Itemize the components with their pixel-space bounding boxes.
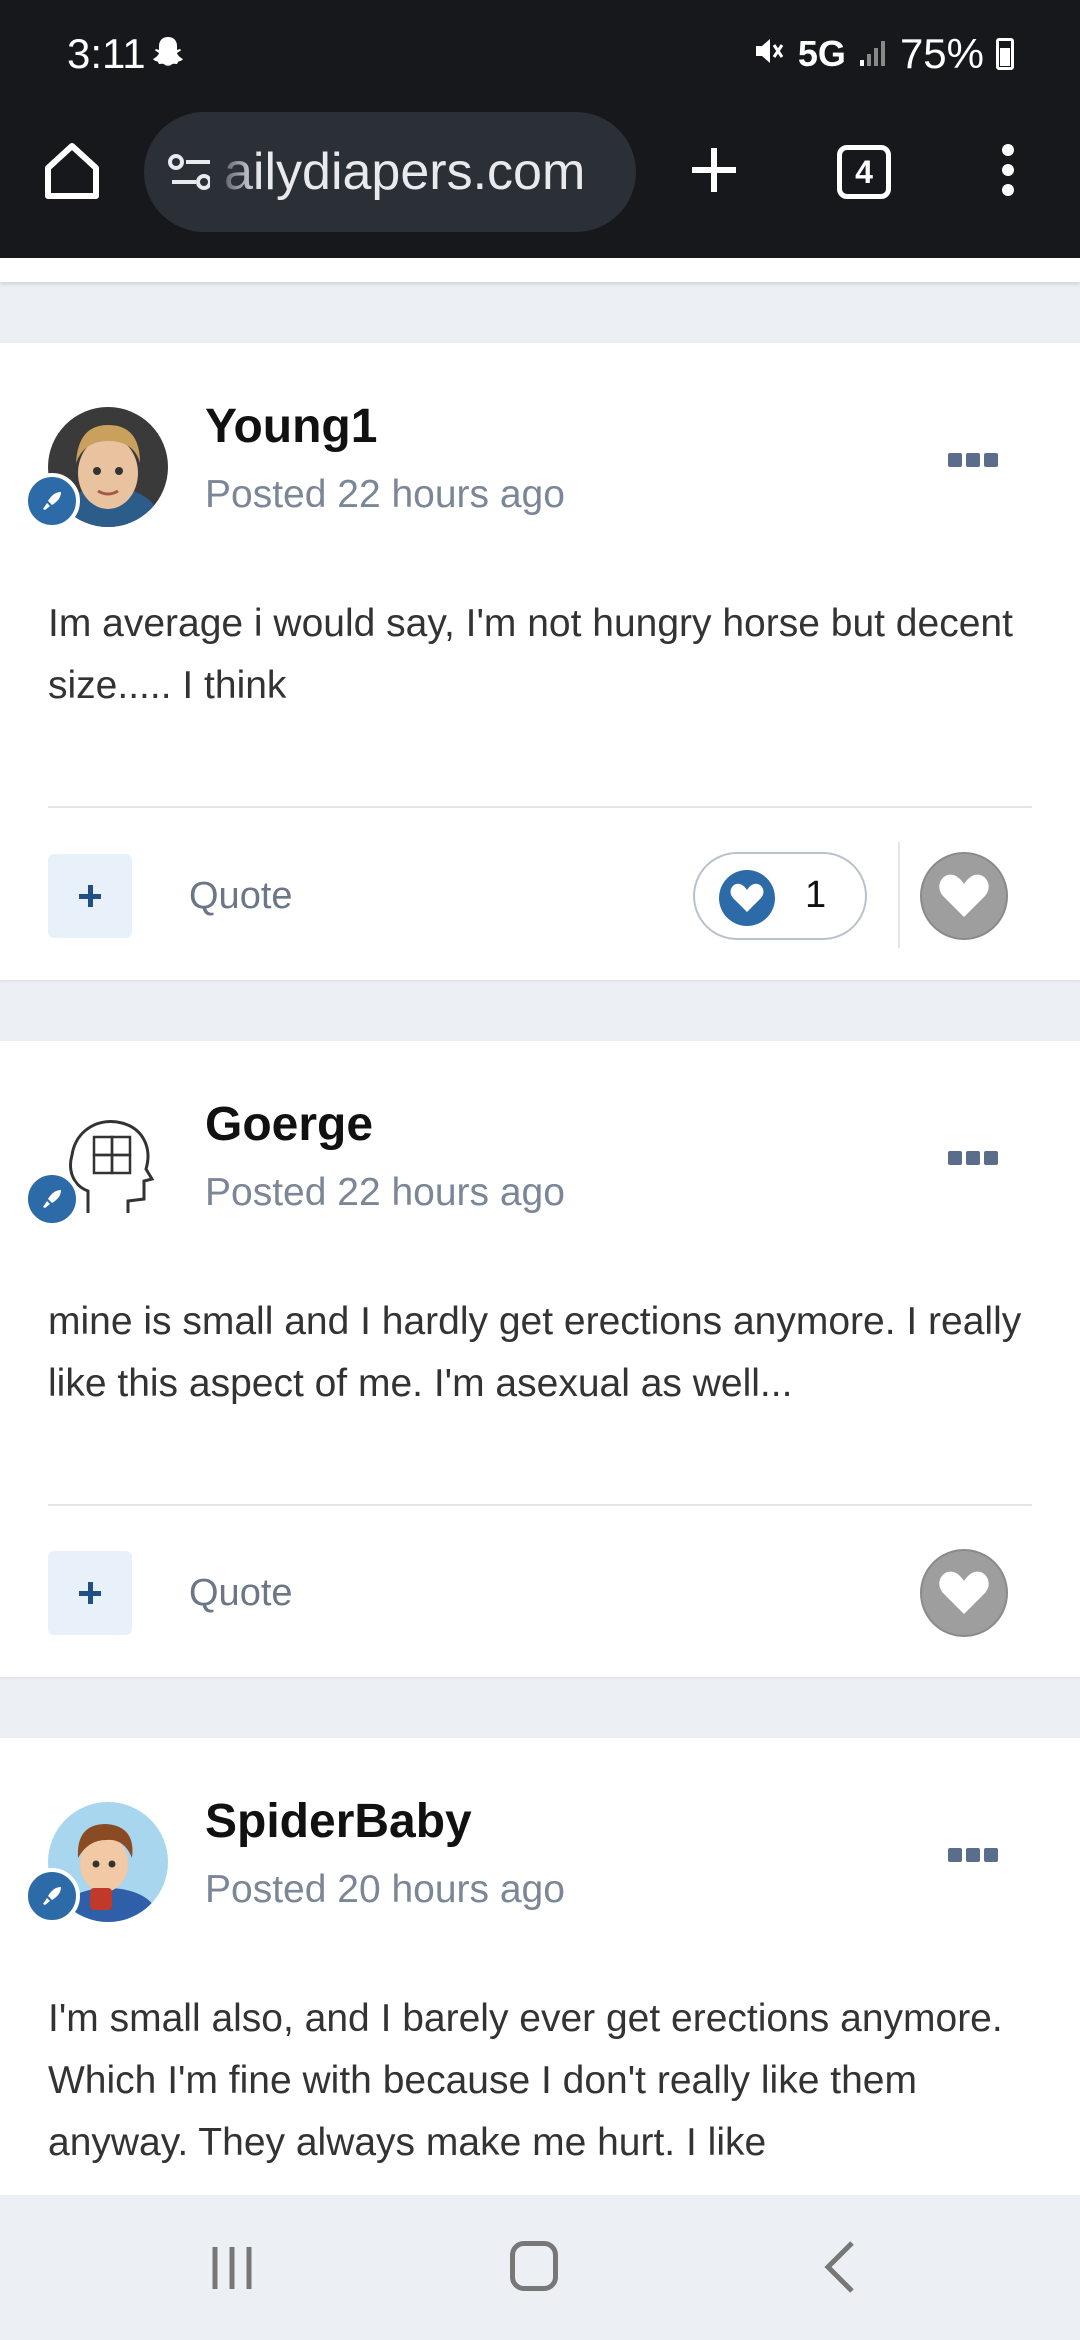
heart-icon — [719, 870, 775, 926]
back-icon[interactable] — [820, 2239, 860, 2300]
quote-button[interactable]: Quote — [189, 875, 293, 918]
status-indicators: 5G 75% — [752, 30, 1014, 78]
rank-badge — [24, 1868, 80, 1924]
rocket-icon — [43, 1887, 61, 1905]
heart-icon — [939, 874, 989, 917]
system-navigation-bar — [0, 2195, 1080, 2340]
mute-icon — [752, 30, 786, 78]
home-button[interactable] — [40, 138, 104, 202]
multiquote-button[interactable] — [48, 854, 132, 938]
post-options-button[interactable] — [948, 1151, 998, 1171]
divider — [48, 1504, 1032, 1506]
react-button[interactable] — [920, 1549, 1008, 1637]
heart-icon — [939, 1571, 989, 1614]
previous-post-edge — [0, 258, 1080, 282]
react-button[interactable] — [920, 852, 1008, 940]
forum-post: SpiderBaby Posted 20 hours ago I'm small… — [0, 1738, 1080, 2198]
post-content: Im average i would say, I'm not hungry h… — [48, 602, 1013, 707]
status-time: 3:11 — [67, 30, 146, 77]
new-tab-button[interactable] — [684, 140, 744, 200]
overflow-menu-icon — [1002, 144, 1014, 196]
rank-badge — [24, 473, 80, 529]
tune-icon[interactable] — [168, 152, 214, 197]
overflow-menu-button[interactable] — [996, 142, 1020, 198]
post-timestamp[interactable]: Posted 22 hours ago — [205, 473, 565, 517]
author-name[interactable]: Goerge — [205, 1097, 373, 1152]
avatar[interactable] — [24, 1105, 168, 1227]
author-name[interactable]: SpiderBaby — [205, 1794, 472, 1849]
plus-icon — [692, 148, 736, 192]
quote-button[interactable]: Quote — [189, 1572, 293, 1615]
home-icon — [45, 143, 99, 199]
post-content: mine is small and I hardly get erections… — [48, 1300, 1022, 1405]
reaction-count-button[interactable]: 1 — [693, 852, 867, 940]
tabs-button[interactable]: 4 — [837, 145, 891, 199]
battery-percent: 75% — [899, 30, 984, 77]
author-name[interactable]: Young1 — [205, 399, 377, 454]
avatar[interactable] — [24, 1802, 168, 1924]
snapchat-icon — [150, 34, 186, 75]
forum-post: Goerge Posted 22 hours ago mine is small… — [0, 1041, 1080, 1677]
battery-icon — [996, 38, 1014, 70]
url-text: ailydiapers.com — [224, 143, 586, 201]
rocket-icon — [43, 492, 61, 510]
status-bar: 3:11 5G 75% — [0, 0, 1080, 112]
post-options-button[interactable] — [948, 453, 998, 473]
network-type: 5G — [797, 33, 846, 74]
post-timestamp[interactable]: Posted 20 hours ago — [205, 1868, 565, 1912]
address-bar[interactable]: ailydiapers.com — [144, 112, 636, 232]
rank-badge — [24, 1171, 80, 1227]
avatar[interactable] — [24, 407, 168, 529]
divider — [898, 842, 900, 948]
recents-icon[interactable] — [207, 2243, 257, 2298]
multiquote-button[interactable] — [48, 1551, 132, 1635]
reaction-count: 1 — [805, 874, 827, 916]
post-timestamp[interactable]: Posted 22 hours ago — [205, 1171, 565, 1215]
divider — [48, 806, 1032, 808]
forum-post: Young1 Posted 22 hours ago Im average i … — [0, 343, 1080, 980]
browser-chrome: 3:11 5G 75% ailydiapers.com 4 — [0, 0, 1080, 258]
rocket-icon — [43, 1190, 61, 1208]
post-options-button[interactable] — [948, 1848, 998, 1868]
post-content: I'm small also, and I barely ever get er… — [48, 1997, 1003, 2164]
home-nav-icon[interactable] — [510, 2241, 558, 2291]
signal-icon — [858, 30, 888, 78]
